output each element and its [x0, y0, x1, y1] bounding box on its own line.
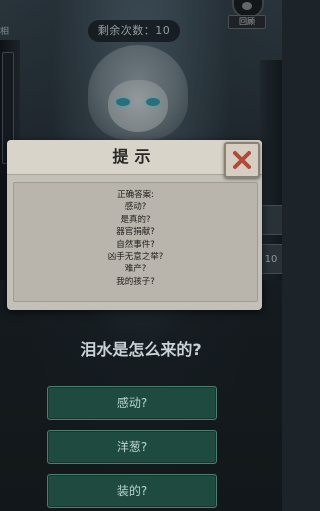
close-icon [233, 151, 251, 169]
answers-list: 正确答案: 感动? 是真的? 器官捐献? 自然事件? 凶手无意之举? 难产? 我… [14, 189, 257, 288]
answer-item: 凶手无意之举? [107, 251, 164, 262]
dialog-body: 正确答案: 感动? 是真的? 器官捐献? 自然事件? 凶手无意之举? 难产? 我… [13, 182, 258, 302]
option-button-1[interactable]: 感动? [47, 386, 217, 420]
answer-item: 我的孩子? [116, 276, 155, 287]
answer-item: 难产? [124, 264, 147, 275]
answer-item: 器官捐献? [116, 227, 155, 238]
answer-item: 自然事件? [116, 239, 155, 250]
option-button-2[interactable]: 洋葱? [47, 430, 217, 464]
question-text: 泪水是怎么来的? [80, 340, 202, 359]
answers-heading: 正确答案: [117, 190, 154, 200]
answer-item: 是真的? [120, 214, 151, 225]
close-button[interactable] [224, 142, 260, 178]
option-button-3[interactable]: 装的? [47, 474, 217, 508]
answer-item: 感动? [124, 202, 147, 213]
